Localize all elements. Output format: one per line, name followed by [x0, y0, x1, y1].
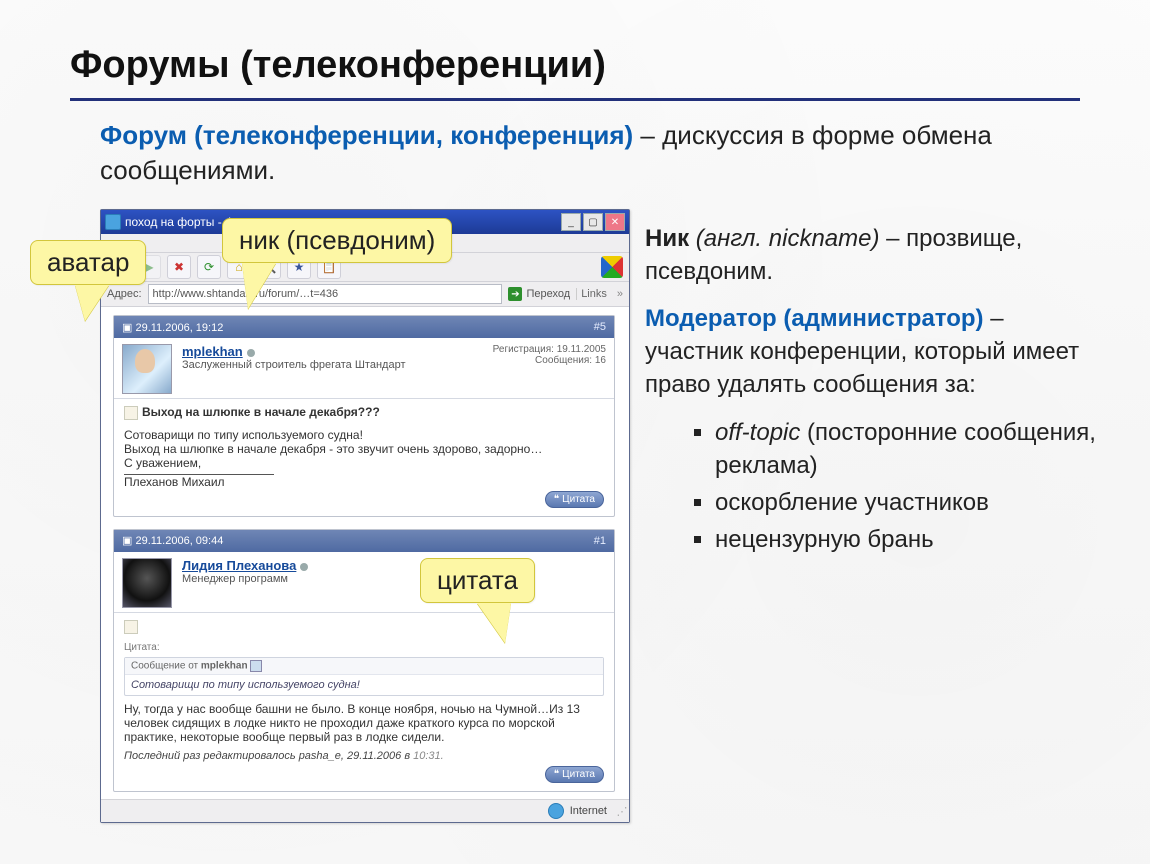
offtopic-ital: off-topic [715, 419, 800, 446]
moderator-list: off-topic (посторонние сообщения, реклам… [715, 416, 1105, 556]
address-bar: Адрес: http://www.shtandart.ru/forum/…t=… [101, 282, 629, 307]
list-item: off-topic (посторонние сообщения, реклам… [715, 416, 1105, 482]
quote-from-label: Сообщение от [131, 660, 201, 671]
resize-grip-icon: ⋰ [615, 805, 629, 818]
msgcount-value: 16 [595, 355, 606, 366]
quote-button[interactable]: Цитата [545, 491, 604, 508]
quote-box: Сообщение от mplekhan Сотоварищи по типу… [124, 657, 604, 696]
post-signature: Плеханов Михаил [124, 475, 604, 489]
minimize-button[interactable]: _ [561, 213, 581, 231]
list-item: нецензурную брань [715, 523, 1105, 556]
post-date: 29.11.2006, 09:44 [135, 535, 223, 547]
post-header: ▣ 29.11.2006, 09:44 #1 [114, 530, 614, 552]
callout-avatar: аватар [30, 240, 146, 285]
forum-post: ▣ 29.11.2006, 19:12 #5 mplekhan Заслужен… [113, 315, 615, 517]
post-date: 29.11.2006, 19:12 [135, 322, 223, 334]
post-body: Выход на шлюпке в начале декабря??? Сото… [114, 399, 614, 516]
user-reginfo: Регистрация: 19.11.2005 Сообщения: 16 [493, 344, 606, 394]
go-arrow-icon: ➔ [508, 287, 522, 301]
status-bar: Internet ⋰ [101, 799, 629, 822]
nick-paren: (англ. nickname) [689, 225, 886, 252]
post-line: С уважением, [124, 456, 604, 470]
go-button[interactable]: ➔ Переход [508, 287, 570, 301]
moderator-term: Модератор (администратор) [645, 305, 984, 332]
link-popup-icon[interactable] [250, 660, 262, 672]
reg-value: 19.11.2005 [557, 344, 606, 355]
quote-body: Сотоварищи по типу используемого судна! [125, 675, 603, 695]
post-number: #5 [594, 321, 606, 333]
right-column: Ник (англ. nickname) – прозвище, псевдон… [645, 222, 1105, 560]
status-dot-icon [247, 349, 255, 357]
list-item: оскорбление участников [715, 486, 1105, 519]
username-link[interactable]: Лидия Плеханова [182, 558, 296, 573]
quote-title: Цитата: [124, 642, 604, 653]
page-icon [124, 406, 138, 420]
title-underline [70, 98, 1080, 101]
post-line: Выход на шлюпке в начале декабря - это з… [124, 442, 604, 456]
avatar [122, 344, 172, 394]
go-label: Переход [526, 288, 570, 300]
callout-label: цитата [420, 558, 535, 603]
callout-nick: ник (псевдоним) [222, 218, 452, 263]
url-input[interactable]: http://www.shtandart.ru/forum/…t=436 [148, 284, 503, 304]
callout-label: ник (псевдоним) [222, 218, 452, 263]
quote-button[interactable]: Цитата [545, 766, 604, 783]
post-subject: Выход на шлюпке в начале декабря??? [142, 405, 380, 419]
post-body: Цитата: Сообщение от mplekhan Сотоварищи… [114, 613, 614, 791]
globe-icon [548, 803, 564, 819]
page-icon [124, 620, 138, 634]
intro-sep: – [633, 120, 662, 150]
post-number: #1 [594, 535, 606, 547]
browser-viewport: ▣ 29.11.2006, 19:12 #5 mplekhan Заслужен… [101, 306, 629, 800]
callout-quote: цитата [420, 558, 535, 603]
ie-icon [105, 214, 121, 230]
browser-window: поход на форты - Фор… _ ▢ ✕ ◀ ▶ ✖ ⟳ ⌂ 🔍 … [100, 209, 630, 823]
windows-flag-icon [601, 256, 623, 278]
reg-label: Регистрация: [493, 344, 554, 355]
slide-title: Форумы (телеконференции) [70, 44, 606, 87]
forum-post: ▣ 29.11.2006, 09:44 #1 Лидия Плеханова М… [113, 529, 615, 792]
address-label: Адрес: [107, 288, 142, 300]
nick-term: Ник [645, 225, 689, 252]
quote-from-nick: mplekhan [201, 660, 248, 671]
intro-term: Форум (телеконференции, конференция) [100, 120, 633, 150]
callout-label: аватар [30, 240, 146, 285]
post-header: ▣ 29.11.2006, 19:12 #5 [114, 316, 614, 338]
msgcount-label: Сообщения: [535, 355, 592, 366]
links-label: Links [576, 288, 611, 300]
avatar [122, 558, 172, 608]
edited-note: Последний раз редактировалось pasha_e, 2… [124, 750, 604, 762]
stop-button[interactable]: ✖ [167, 255, 191, 279]
username-link[interactable]: mplekhan [182, 344, 243, 359]
intro-text: Форум (телеконференции, конференция) – д… [100, 118, 1060, 188]
post-line: Сотоварищи по типу используемого судна! [124, 428, 604, 442]
close-button[interactable]: ✕ [605, 213, 625, 231]
user-role: Заслуженный строитель фрегата Штандарт [182, 359, 483, 371]
post-text: Ну, тогда у нас вообще башни не было. В … [124, 702, 604, 744]
security-zone: Internet [570, 805, 607, 817]
status-dot-icon [300, 563, 308, 571]
reload-button[interactable]: ⟳ [197, 255, 221, 279]
user-role: Менеджер программ [182, 573, 606, 585]
maximize-button[interactable]: ▢ [583, 213, 603, 231]
